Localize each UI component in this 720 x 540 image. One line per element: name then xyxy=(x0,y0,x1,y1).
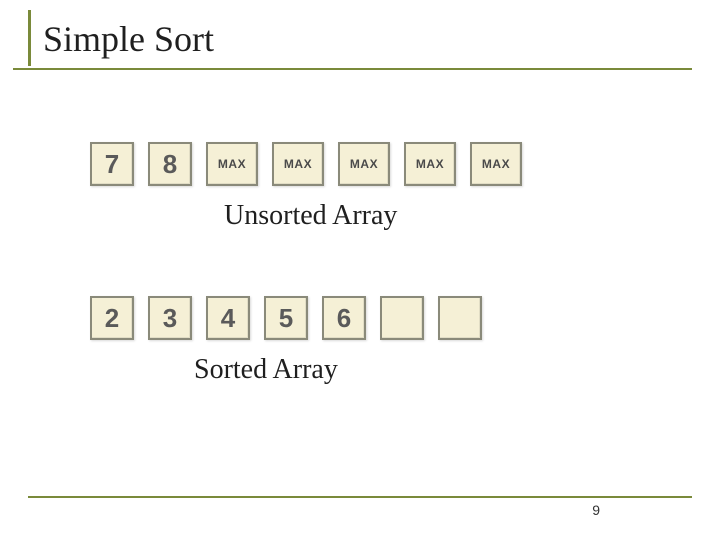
array-cell: 8 xyxy=(148,142,192,186)
footer-divider xyxy=(28,496,692,498)
array-cell: 5 xyxy=(264,296,308,340)
cell-value: MAX xyxy=(350,157,378,171)
array-cell: MAX xyxy=(206,142,258,186)
title-block: Simple Sort xyxy=(28,10,692,66)
array-cell: 3 xyxy=(148,296,192,340)
cell-value: MAX xyxy=(218,157,246,171)
array-cell: 4 xyxy=(206,296,250,340)
array-cell: MAX xyxy=(404,142,456,186)
array-cell-empty xyxy=(438,296,482,340)
unsorted-array-row: 7 8 MAX MAX MAX MAX MAX xyxy=(90,142,692,186)
cell-value: 3 xyxy=(163,303,177,334)
cell-value: 8 xyxy=(163,149,177,180)
array-cell: 7 xyxy=(90,142,134,186)
cell-value: 5 xyxy=(279,303,293,334)
cell-value: MAX xyxy=(482,157,510,171)
cell-value: MAX xyxy=(284,157,312,171)
title-underline xyxy=(13,68,692,70)
cell-value: 7 xyxy=(105,149,119,180)
slide: Simple Sort 7 8 MAX MAX MAX MAX MAX Unso… xyxy=(28,10,692,520)
array-cell-empty xyxy=(380,296,424,340)
array-cell: 6 xyxy=(322,296,366,340)
sorted-array-row: 2 3 4 5 6 xyxy=(90,296,692,340)
cell-value: MAX xyxy=(416,157,444,171)
unsorted-caption: Unsorted Array xyxy=(224,200,692,232)
page-number: 9 xyxy=(592,502,600,518)
cell-value: 6 xyxy=(337,303,351,334)
slide-title: Simple Sort xyxy=(43,18,692,60)
sorted-caption: Sorted Array xyxy=(194,354,692,386)
array-cell: MAX xyxy=(272,142,324,186)
array-cell: MAX xyxy=(470,142,522,186)
array-cell: 2 xyxy=(90,296,134,340)
array-cell: MAX xyxy=(338,142,390,186)
cell-value: 2 xyxy=(105,303,119,334)
cell-value: 4 xyxy=(221,303,235,334)
